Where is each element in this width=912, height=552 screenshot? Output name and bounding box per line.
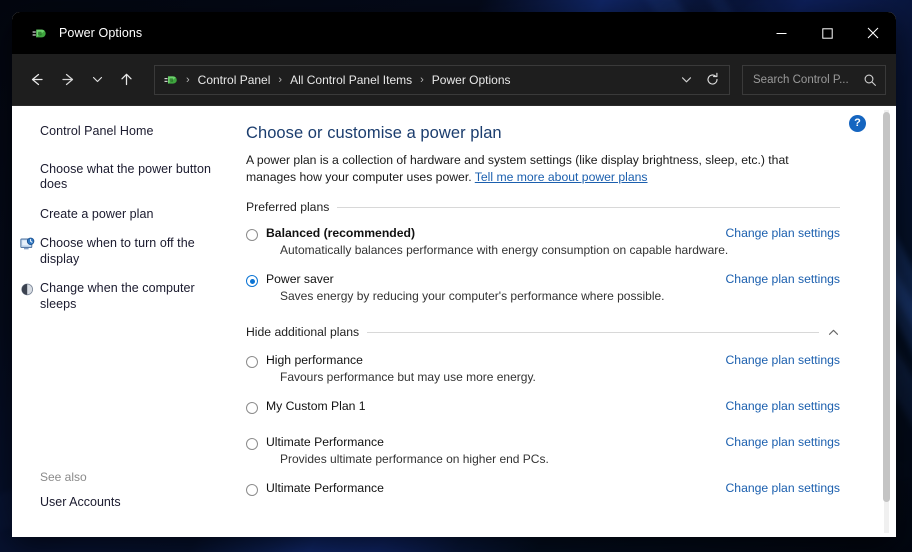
plan-row-ultimate-performance-2[interactable]: Ultimate Performance Change plan setting…: [246, 481, 840, 496]
sidebar-item-label: Control Panel Home: [40, 124, 154, 138]
radio-my-custom-plan-1[interactable]: [246, 402, 258, 414]
section-header-preferred-plans: Preferred plans: [246, 200, 840, 214]
window-title: Power Options: [59, 26, 143, 40]
refresh-icon: [706, 72, 718, 85]
page-description: A power plan is a collection of hardware…: [246, 152, 828, 186]
minimize-button[interactable]: [758, 12, 804, 54]
plan-description: Saves energy by reducing your computer's…: [280, 289, 665, 303]
breadcrumb-separator: ›: [278, 73, 283, 86]
see-also-title: See also: [40, 470, 87, 484]
sidebar-item-turn-off-display[interactable]: Choose when to turn off the display: [12, 236, 238, 267]
radio-ultimate-performance-1[interactable]: [246, 438, 258, 450]
search-icon[interactable]: [863, 73, 877, 87]
change-plan-settings-link[interactable]: Change plan settings: [725, 481, 840, 495]
sidebar-item-label: Create a power plan: [40, 206, 154, 221]
change-plan-settings-link[interactable]: Change plan settings: [725, 272, 840, 286]
plan-row-ultimate-performance-1[interactable]: Ultimate Performance Change plan setting…: [246, 435, 840, 466]
breadcrumb-item-power-options[interactable]: Power Options: [428, 71, 515, 89]
sidebar-item-label: Change when the computer sleeps: [40, 281, 195, 311]
search-box[interactable]: [742, 64, 886, 95]
breadcrumb-separator: ›: [186, 73, 190, 86]
change-plan-settings-link[interactable]: Change plan settings: [725, 353, 840, 367]
breadcrumb-item-all-control-panel-items[interactable]: All Control Panel Items: [286, 71, 416, 89]
desktop-background: Power Options › Control Panel › All Cont…: [0, 0, 912, 552]
radio-ultimate-performance-2[interactable]: [246, 484, 258, 496]
power-plans-help-link[interactable]: Tell me more about power plans: [475, 170, 648, 184]
window-titlebar: Power Options: [12, 12, 896, 54]
recent-locations-button[interactable]: [84, 64, 110, 96]
window-controls: [758, 12, 896, 54]
section-divider: [337, 206, 840, 208]
address-dropdown-button[interactable]: [673, 67, 699, 93]
chevron-down-icon: [92, 76, 102, 83]
section-header-additional-plans[interactable]: Hide additional plans: [246, 325, 840, 339]
plan-name: Balanced (recommended): [266, 226, 415, 240]
chevron-up-icon[interactable]: [827, 326, 840, 339]
close-icon: [867, 27, 879, 39]
display-clock-icon: [19, 236, 35, 252]
plan-name: Ultimate Performance: [266, 481, 384, 495]
up-arrow-icon: [120, 73, 132, 86]
breadcrumb: › Control Panel › All Control Panel Item…: [163, 71, 673, 89]
breadcrumb-separator: ›: [420, 73, 424, 86]
change-plan-settings-link[interactable]: Change plan settings: [725, 226, 840, 240]
minimize-icon: [776, 32, 786, 34]
sidebar-item-create-power-plan[interactable]: Create a power plan: [12, 207, 238, 223]
plan-description: Automatically balances performance with …: [280, 243, 729, 257]
radio-balanced[interactable]: [246, 229, 258, 241]
window-body: Control Panel Home Choose what the power…: [12, 106, 896, 537]
navigation-toolbar: › Control Panel › All Control Panel Item…: [12, 54, 896, 106]
power-plug-icon: [30, 24, 48, 42]
see-also-section: See also User Accounts: [12, 470, 238, 509]
breadcrumb-power-plug-icon: [163, 72, 179, 88]
main-content: ? Choose or customise a power plan A pow…: [238, 106, 896, 537]
close-button[interactable]: [850, 12, 896, 54]
plan-name: Power saver: [266, 272, 334, 286]
maximize-icon: [821, 27, 833, 39]
plan-name: High performance: [266, 353, 363, 367]
back-button[interactable]: [20, 64, 52, 96]
section-divider: [367, 331, 819, 333]
help-question-icon[interactable]: ?: [849, 115, 866, 132]
plan-row-balanced[interactable]: Balanced (recommended) Change plan setti…: [246, 226, 840, 257]
plan-name: Ultimate Performance: [266, 435, 384, 449]
radio-high-performance[interactable]: [246, 356, 258, 368]
change-plan-settings-link[interactable]: Change plan settings: [725, 399, 840, 413]
plan-name: My Custom Plan 1: [266, 399, 366, 413]
moon-sleep-icon: [19, 281, 35, 297]
section-label: Hide additional plans: [246, 325, 360, 339]
search-input[interactable]: [753, 73, 863, 86]
sidebar: Control Panel Home Choose what the power…: [12, 106, 238, 537]
address-bar[interactable]: › Control Panel › All Control Panel Item…: [154, 64, 730, 95]
refresh-button[interactable]: [699, 67, 725, 93]
radio-power-saver[interactable]: [246, 275, 258, 287]
plan-row-power-saver[interactable]: Power saver Change plan settings Saves e…: [246, 272, 840, 303]
forward-arrow-icon: [61, 73, 73, 86]
plan-description: Favours performance but may use more ene…: [280, 370, 536, 384]
section-label: Preferred plans: [246, 200, 330, 214]
plan-row-my-custom-plan-1[interactable]: My Custom Plan 1 Change plan settings: [246, 399, 840, 414]
forward-button[interactable]: [52, 64, 84, 96]
sidebar-item-label: Choose when to turn off the display: [40, 236, 195, 266]
change-plan-settings-link[interactable]: Change plan settings: [725, 435, 840, 449]
sidebar-item-control-panel-home[interactable]: Control Panel Home: [12, 124, 238, 140]
sidebar-item-choose-power-button[interactable]: Choose what the power button does: [12, 162, 238, 193]
see-also-link-user-accounts[interactable]: User Accounts: [40, 495, 224, 509]
chevron-down-icon: [681, 77, 691, 83]
content-scrollbar[interactable]: [882, 110, 891, 533]
plan-description: Provides ultimate performance on higher …: [280, 452, 549, 466]
maximize-button[interactable]: [804, 12, 850, 54]
back-arrow-icon: [31, 73, 43, 86]
scrollbar-thumb[interactable]: [883, 112, 890, 502]
up-button[interactable]: [110, 64, 142, 96]
sidebar-item-label: Choose what the power button does: [40, 161, 211, 192]
sidebar-item-computer-sleeps[interactable]: Change when the computer sleeps: [12, 281, 238, 312]
plan-row-high-performance[interactable]: High performance Change plan settings Fa…: [246, 353, 840, 384]
page-title: Choose or customise a power plan: [246, 124, 502, 142]
power-options-window: Power Options › Control Panel › All Cont…: [12, 12, 896, 537]
breadcrumb-item-control-panel[interactable]: Control Panel: [194, 71, 275, 89]
